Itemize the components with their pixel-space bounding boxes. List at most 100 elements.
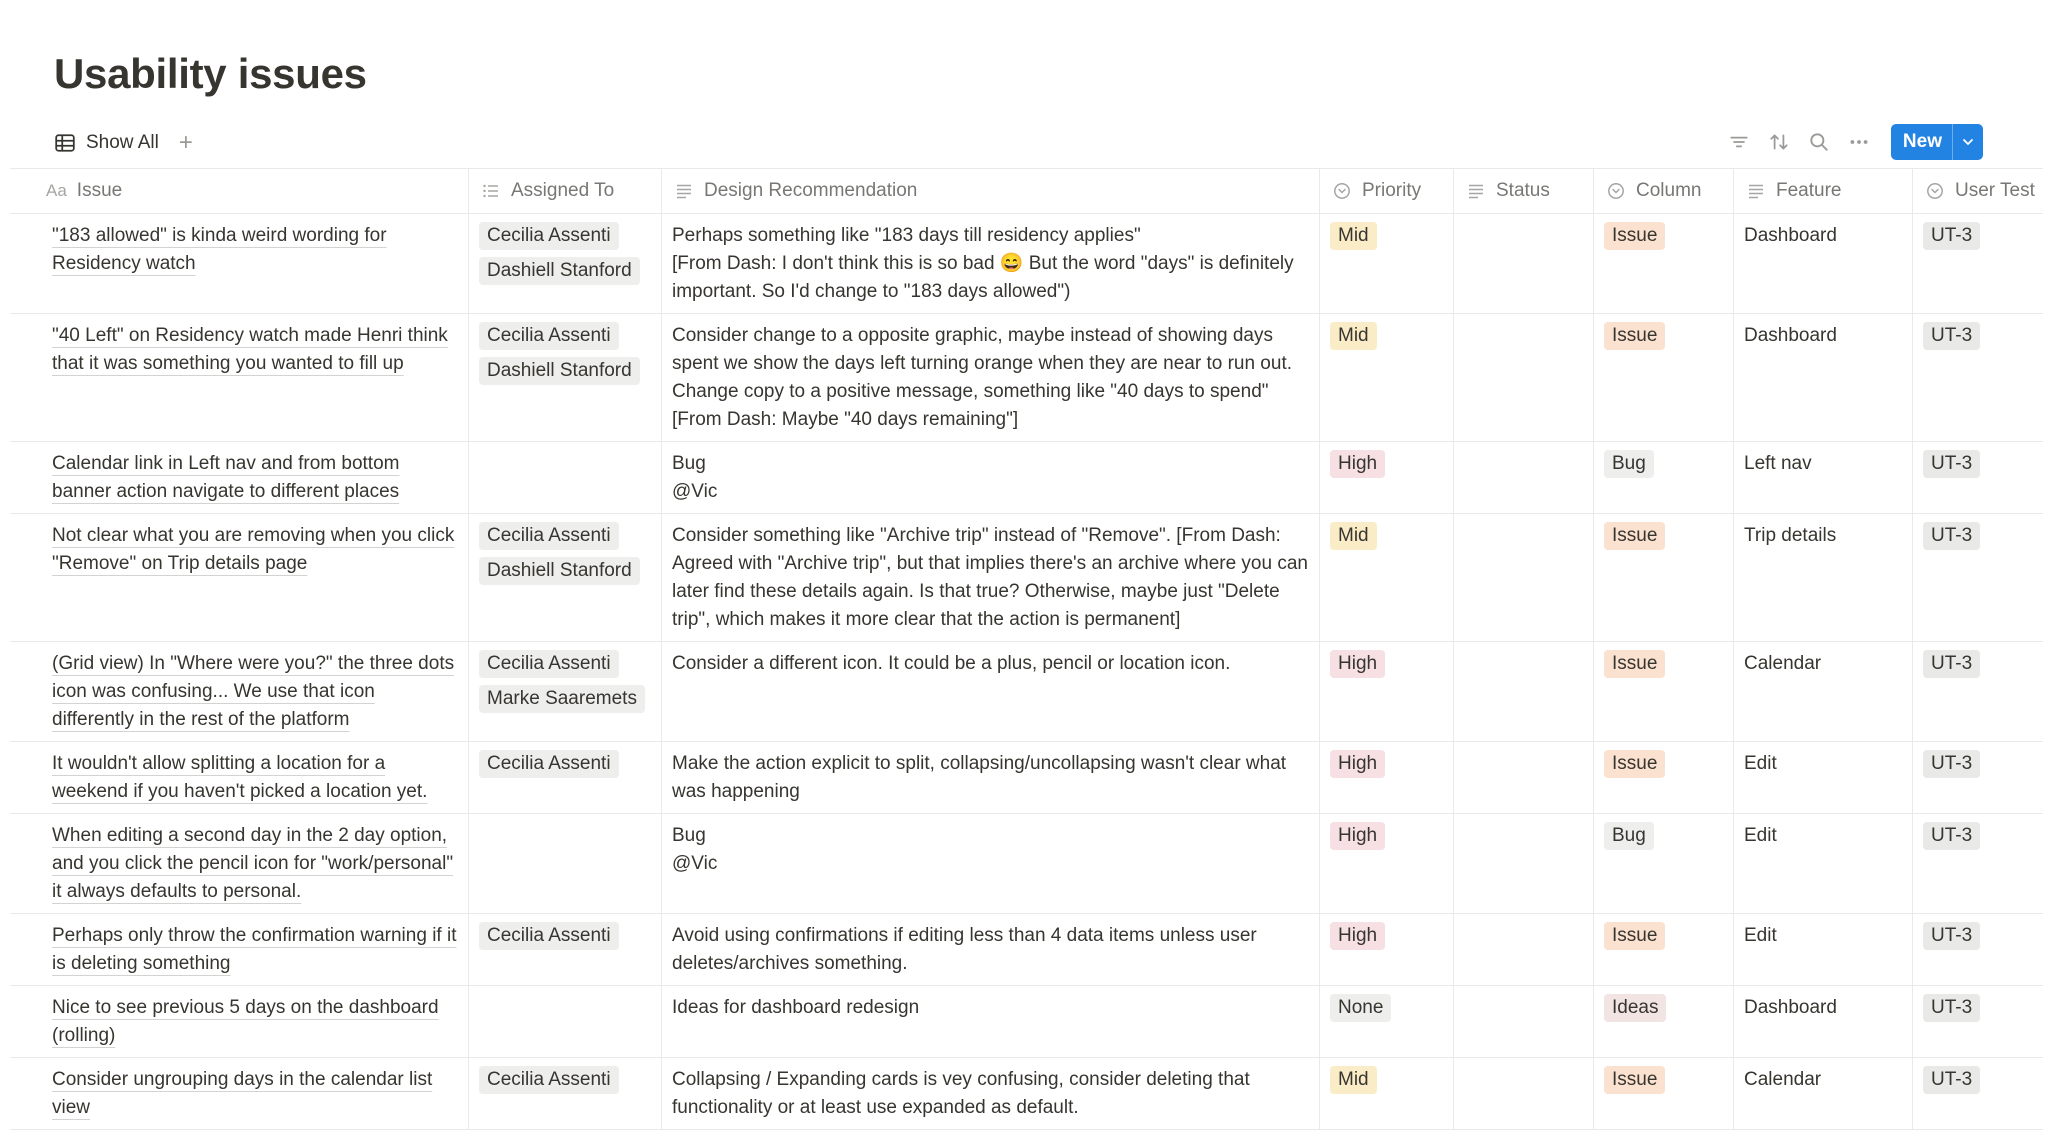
issue-title[interactable]: Not clear what you are removing when you… [52, 525, 454, 574]
issue-cell[interactable]: "40 Left" on Residency watch made Henri … [10, 314, 469, 441]
column-header-feature[interactable]: Feature [1734, 169, 1913, 213]
status-cell[interactable] [1454, 442, 1594, 513]
design-recommendation-cell[interactable]: Bug @Vic [662, 442, 1320, 513]
user-test-cell[interactable]: UT-3 [1913, 914, 2043, 985]
design-recommendation-cell[interactable]: Perhaps something like "183 days till re… [662, 214, 1320, 313]
search-button[interactable] [1799, 124, 1839, 160]
issue-title[interactable]: Perhaps only throw the confirmation warn… [52, 925, 456, 974]
assigned-to-cell[interactable] [469, 814, 662, 913]
user-test-cell[interactable]: UT-3 [1913, 514, 2043, 641]
priority-cell[interactable]: High [1320, 742, 1454, 813]
column-cell[interactable]: Issue [1594, 514, 1734, 641]
issue-title[interactable]: "183 allowed" is kinda weird wording for… [52, 225, 387, 274]
issue-title[interactable]: (Grid view) In "Where were you?" the thr… [52, 653, 454, 730]
priority-cell[interactable]: High [1320, 642, 1454, 741]
design-recommendation-cell[interactable]: Consider a different icon. It could be a… [662, 642, 1320, 741]
status-cell[interactable] [1454, 1058, 1594, 1129]
issue-title[interactable]: When editing a second day in the 2 day o… [52, 825, 453, 902]
user-test-cell[interactable]: UT-3 [1913, 642, 2043, 741]
column-header-user-test[interactable]: User Test [1913, 169, 2043, 213]
column-cell[interactable]: Issue [1594, 742, 1734, 813]
design-recommendation-cell[interactable]: Consider change to a opposite graphic, m… [662, 314, 1320, 441]
feature-cell[interactable]: Calendar [1734, 642, 1913, 741]
column-cell[interactable]: Issue [1594, 214, 1734, 313]
column-cell[interactable]: Bug [1594, 442, 1734, 513]
add-view-button[interactable]: + [179, 131, 193, 155]
more-options-button[interactable] [1839, 124, 1879, 160]
column-cell[interactable]: Issue [1594, 642, 1734, 741]
design-recommendation-cell[interactable]: Collapsing / Expanding cards is vey conf… [662, 1058, 1320, 1129]
status-cell[interactable] [1454, 642, 1594, 741]
assigned-to-cell[interactable]: Cecilia Assenti [469, 742, 662, 813]
feature-cell[interactable]: Left nav [1734, 442, 1913, 513]
issue-cell[interactable]: Nice to see previous 5 days on the dashb… [10, 986, 469, 1057]
column-header-issue[interactable]: Aa Issue [10, 169, 469, 213]
status-cell[interactable] [1454, 742, 1594, 813]
user-test-cell[interactable]: UT-3 [1913, 214, 2043, 313]
column-cell[interactable]: Issue [1594, 314, 1734, 441]
priority-cell[interactable]: High [1320, 914, 1454, 985]
user-test-cell[interactable]: UT-3 [1913, 314, 2043, 441]
new-dropdown-button[interactable] [1952, 124, 1983, 160]
issue-title[interactable]: Calendar link in Left nav and from botto… [52, 453, 399, 502]
priority-cell[interactable]: Mid [1320, 514, 1454, 641]
filter-button[interactable] [1719, 124, 1759, 160]
column-header-status[interactable]: Status [1454, 169, 1594, 213]
feature-cell[interactable]: Dashboard [1734, 214, 1913, 313]
assigned-to-cell[interactable]: Cecilia Assenti Dashiell Stanford [469, 314, 662, 441]
issue-cell[interactable]: (Grid view) In "Where were you?" the thr… [10, 642, 469, 741]
issue-title[interactable]: It wouldn't allow splitting a location f… [52, 753, 427, 802]
column-header-column[interactable]: Column [1594, 169, 1734, 213]
priority-cell[interactable]: Mid [1320, 314, 1454, 441]
design-recommendation-cell[interactable]: Make the action explicit to split, colla… [662, 742, 1320, 813]
issue-cell[interactable]: Consider ungrouping days in the calendar… [10, 1058, 469, 1129]
user-test-cell[interactable]: UT-3 [1913, 742, 2043, 813]
priority-cell[interactable]: None [1320, 986, 1454, 1057]
design-recommendation-cell[interactable]: Bug @Vic [662, 814, 1320, 913]
feature-cell[interactable]: Trip details [1734, 514, 1913, 641]
column-cell[interactable]: Bug [1594, 814, 1734, 913]
status-cell[interactable] [1454, 814, 1594, 913]
issue-cell[interactable]: Calendar link in Left nav and from botto… [10, 442, 469, 513]
column-cell[interactable]: Issue [1594, 914, 1734, 985]
design-recommendation-cell[interactable]: Ideas for dashboard redesign [662, 986, 1320, 1057]
user-test-cell[interactable]: UT-3 [1913, 986, 2043, 1057]
assigned-to-cell[interactable]: Cecilia Assenti Marke Saaremets [469, 642, 662, 741]
assigned-to-cell[interactable]: Cecilia Assenti Dashiell Stanford [469, 214, 662, 313]
issue-cell[interactable]: It wouldn't allow splitting a location f… [10, 742, 469, 813]
status-cell[interactable] [1454, 214, 1594, 313]
issue-title[interactable]: "40 Left" on Residency watch made Henri … [52, 325, 448, 374]
feature-cell[interactable]: Dashboard [1734, 314, 1913, 441]
feature-cell[interactable]: Dashboard [1734, 986, 1913, 1057]
column-header-assigned-to[interactable]: Assigned To [469, 169, 662, 213]
feature-cell[interactable]: Edit [1734, 742, 1913, 813]
status-cell[interactable] [1454, 314, 1594, 441]
column-cell[interactable]: Issue [1594, 1058, 1734, 1129]
sort-button[interactable] [1759, 124, 1799, 160]
user-test-cell[interactable]: UT-3 [1913, 442, 2043, 513]
view-tab-show-all[interactable]: Show All [54, 132, 159, 154]
issue-title[interactable]: Consider ungrouping days in the calendar… [52, 1069, 432, 1118]
assigned-to-cell[interactable]: Cecilia Assenti [469, 1058, 662, 1129]
feature-cell[interactable]: Edit [1734, 814, 1913, 913]
priority-cell[interactable]: High [1320, 814, 1454, 913]
column-header-design-recommendation[interactable]: Design Recommendation [662, 169, 1320, 213]
issue-cell[interactable]: Perhaps only throw the confirmation warn… [10, 914, 469, 985]
user-test-cell[interactable]: UT-3 [1913, 814, 2043, 913]
column-cell[interactable]: Ideas [1594, 986, 1734, 1057]
assigned-to-cell[interactable] [469, 442, 662, 513]
new-button[interactable]: New [1891, 124, 1952, 160]
assigned-to-cell[interactable]: Cecilia Assenti [469, 914, 662, 985]
issue-cell[interactable]: Not clear what you are removing when you… [10, 514, 469, 641]
user-test-cell[interactable]: UT-3 [1913, 1058, 2043, 1129]
feature-cell[interactable]: Calendar [1734, 1058, 1913, 1129]
status-cell[interactable] [1454, 914, 1594, 985]
issue-cell[interactable]: When editing a second day in the 2 day o… [10, 814, 469, 913]
issue-title[interactable]: Nice to see previous 5 days on the dashb… [52, 997, 439, 1046]
design-recommendation-cell[interactable]: Avoid using confirmations if editing les… [662, 914, 1320, 985]
status-cell[interactable] [1454, 986, 1594, 1057]
priority-cell[interactable]: Mid [1320, 214, 1454, 313]
issue-cell[interactable]: "183 allowed" is kinda weird wording for… [10, 214, 469, 313]
column-header-priority[interactable]: Priority [1320, 169, 1454, 213]
feature-cell[interactable]: Edit [1734, 914, 1913, 985]
